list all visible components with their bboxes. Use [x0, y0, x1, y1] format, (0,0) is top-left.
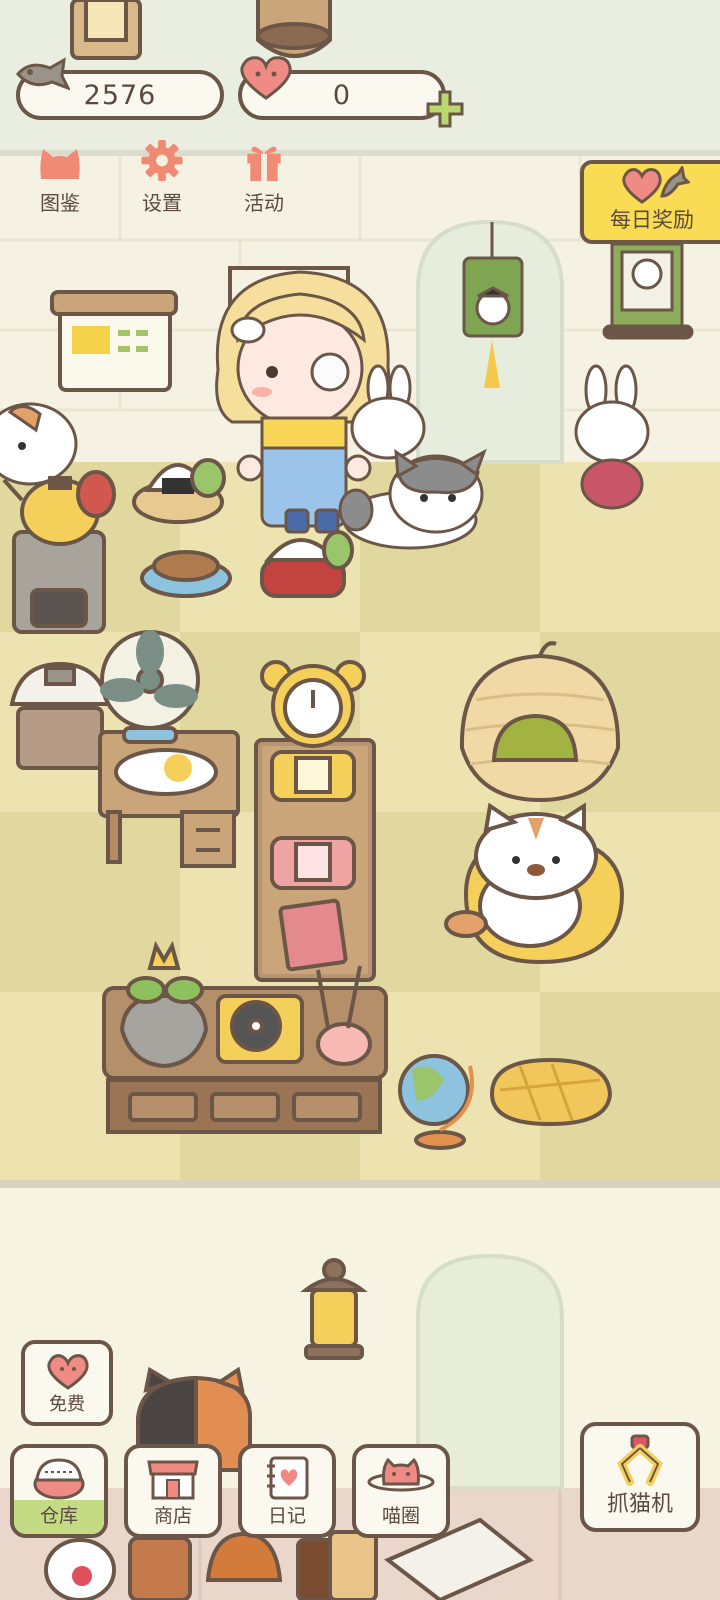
- shop-button[interactable]: 商店: [124, 1444, 222, 1538]
- free-hearts-button[interactable]: 免费: [21, 1340, 113, 1426]
- panda-scroll: [602, 242, 694, 340]
- settings-button[interactable]: 设置: [120, 138, 204, 220]
- diary-icon: [267, 1456, 309, 1500]
- bucket-top: [256, 0, 332, 58]
- gift-icon: [247, 146, 281, 182]
- heart-count: 0: [332, 79, 352, 111]
- claw-machine-button[interactable]: 抓猫机: [580, 1422, 700, 1532]
- diary-label: 日记: [267, 1505, 306, 1527]
- waffle-cushion: [489, 1057, 613, 1127]
- shop-icon: [147, 1460, 199, 1500]
- events-button[interactable]: 活动: [222, 138, 306, 220]
- claw-icon: [617, 1434, 663, 1486]
- fish-icon: [16, 57, 70, 91]
- calico-cat-left: [0, 402, 78, 486]
- wall-poster: [50, 290, 178, 392]
- gear-icon: [141, 139, 183, 182]
- fish-count: 2576: [83, 79, 157, 111]
- cat-planet-icon: [367, 1457, 435, 1492]
- meow-circle-label: 喵圈: [381, 1505, 420, 1527]
- add-hearts-button[interactable]: [424, 88, 466, 130]
- rice-cooker-icon: [33, 1458, 85, 1500]
- heart-icon: [240, 56, 292, 100]
- heart-icon: [47, 1354, 89, 1390]
- events-label: 活动: [244, 191, 284, 215]
- warehouse-button[interactable]: 仓库: [10, 1444, 108, 1538]
- trash-bin: [9, 661, 111, 770]
- daily-reward-button[interactable]: 每日奖励: [580, 160, 720, 244]
- meow-circle-button[interactable]: 喵圈: [352, 1444, 450, 1538]
- shop-label: 商店: [153, 1505, 192, 1527]
- heart-fish-icon: [622, 166, 690, 204]
- warehouse-label: 仓库: [39, 1505, 78, 1527]
- stove-kettle: [2, 470, 116, 634]
- free-label: 免费: [49, 1394, 85, 1415]
- catalog-label: 图鉴: [40, 191, 80, 215]
- daily-reward-label: 每日奖励: [610, 208, 694, 232]
- settings-label: 设置: [142, 191, 182, 215]
- basket-top-left: [70, 0, 142, 60]
- catalog-button[interactable]: 图鉴: [18, 138, 102, 220]
- cat-head-icon: [40, 149, 80, 179]
- diary-button[interactable]: 日记: [238, 1444, 336, 1538]
- claw-machine-label: 抓猫机: [606, 1492, 673, 1517]
